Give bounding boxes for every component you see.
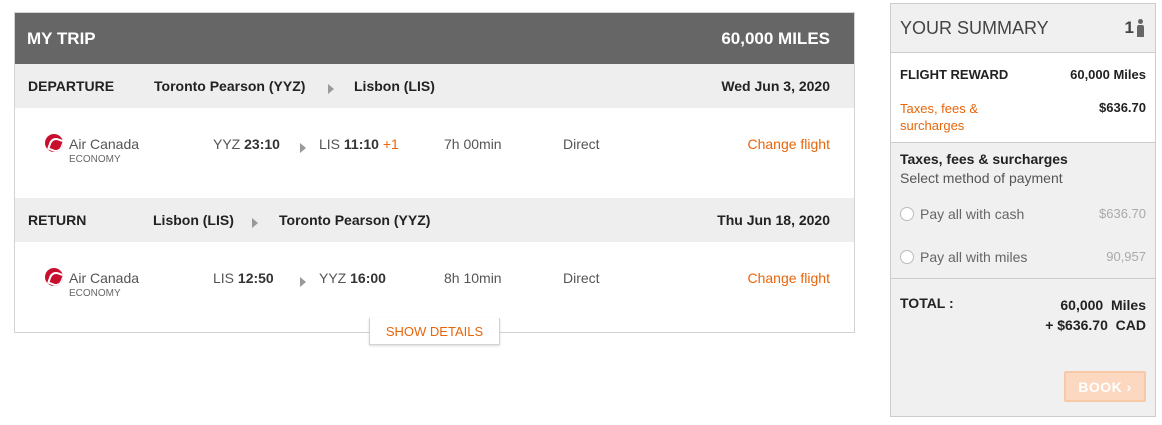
taxes-value: $636.70 bbox=[1099, 100, 1146, 115]
route-arrow-icon bbox=[328, 81, 334, 97]
pay-miles-amount: 90,957 bbox=[1106, 249, 1146, 264]
cabin-class: ECONOMY bbox=[69, 154, 121, 165]
flight-stops: Direct bbox=[563, 270, 600, 286]
payment-method-section: Taxes, fees & surcharges Select method o… bbox=[891, 143, 1155, 278]
departure-time: LIS 12:50 bbox=[213, 270, 274, 286]
segment-destination: Toronto Pearson (YYZ) bbox=[279, 212, 431, 228]
pay-cash-option[interactable]: Pay all with cash $636.70 bbox=[900, 192, 1146, 235]
pay-cash-amount: $636.70 bbox=[1099, 206, 1146, 221]
flight-stops: Direct bbox=[563, 136, 600, 152]
taxes-section-title: Taxes, fees & surcharges bbox=[900, 151, 1068, 167]
departure-time: YYZ 23:10 bbox=[213, 136, 280, 152]
flight-duration: 8h 10min bbox=[444, 270, 502, 286]
air-canada-logo-icon bbox=[45, 134, 63, 152]
total-cash: + $636.70 CAD bbox=[1045, 317, 1146, 333]
airline-name: Air Canada bbox=[69, 136, 140, 152]
flight-reward-line: FLIGHT REWARD 60,000 Miles bbox=[900, 67, 1146, 82]
total-section: TOTAL : 60,000 Miles + $636.70 CAD bbox=[891, 278, 1155, 335]
taxes-line: Taxes, fees & surcharges $636.70 bbox=[900, 100, 1146, 134]
flight-reward-label: FLIGHT REWARD bbox=[900, 67, 1009, 82]
summary-title: YOUR SUMMARY bbox=[900, 17, 1049, 38]
total-label: TOTAL : bbox=[900, 295, 954, 311]
trip-miles: 60,000 MILES bbox=[721, 28, 830, 48]
summary-header: YOUR SUMMARY 1 bbox=[891, 4, 1155, 52]
passenger-count: 1 bbox=[1125, 18, 1145, 38]
taxes-section-subtitle: Select method of payment bbox=[900, 170, 1063, 186]
flight-duration: 7h 00min bbox=[444, 136, 502, 152]
segment-date: Wed Jun 3, 2020 bbox=[721, 78, 830, 94]
trip-title: MY TRIP bbox=[27, 28, 96, 48]
my-trip-panel: MY TRIP 60,000 MILES DEPARTURE Toronto P… bbox=[14, 12, 855, 333]
departure-flight-row: Air Canada ECONOMY YYZ 23:10 LIS 11:10 +… bbox=[15, 108, 854, 198]
change-flight-link[interactable]: Change flight bbox=[747, 136, 830, 152]
arrival-time: YYZ 16:00 bbox=[319, 270, 386, 286]
segment-origin: Lisbon (LIS) bbox=[153, 212, 234, 228]
pay-cash-label: Pay all with cash bbox=[920, 205, 1025, 222]
summary-panel: YOUR SUMMARY 1 FLIGHT REWARD 60,000 Mile… bbox=[890, 3, 1156, 417]
show-details-button[interactable]: SHOW DETAILS bbox=[369, 318, 500, 345]
pay-miles-option[interactable]: Pay all with miles 90,957 bbox=[900, 235, 1146, 278]
total-miles: 60,000 Miles bbox=[1060, 297, 1146, 313]
book-button[interactable]: BOOK › bbox=[1064, 371, 1146, 402]
departure-header: DEPARTURE Toronto Pearson (YYZ) Lisbon (… bbox=[15, 64, 854, 108]
airline-name: Air Canada bbox=[69, 270, 140, 286]
cabin-class: ECONOMY bbox=[69, 288, 121, 299]
flight-arrow-icon bbox=[300, 274, 306, 290]
segment-origin: Toronto Pearson (YYZ) bbox=[154, 78, 306, 94]
trip-header: MY TRIP 60,000 MILES bbox=[15, 13, 854, 64]
arrival-time: LIS 11:10 +1 bbox=[319, 136, 399, 152]
change-flight-link[interactable]: Change flight bbox=[747, 270, 830, 286]
person-icon bbox=[1136, 19, 1145, 37]
pay-miles-label: Pay all with miles bbox=[920, 248, 1028, 265]
return-header: RETURN Lisbon (LIS) Toronto Pearson (YYZ… bbox=[15, 198, 854, 242]
flight-arrow-icon bbox=[300, 140, 306, 156]
pay-cash-radio[interactable] bbox=[900, 206, 914, 221]
price-breakdown: FLIGHT REWARD 60,000 Miles Taxes, fees &… bbox=[891, 52, 1155, 143]
segment-label: RETURN bbox=[28, 212, 87, 228]
segment-date: Thu Jun 18, 2020 bbox=[717, 212, 830, 228]
pay-miles-radio[interactable] bbox=[900, 249, 914, 264]
segment-label: DEPARTURE bbox=[28, 78, 115, 94]
flight-reward-value: 60,000 Miles bbox=[1070, 67, 1146, 82]
taxes-label: Taxes, fees & surcharges bbox=[900, 101, 979, 133]
segment-destination: Lisbon (LIS) bbox=[354, 78, 435, 94]
route-arrow-icon bbox=[252, 215, 258, 231]
air-canada-logo-icon bbox=[45, 268, 63, 286]
